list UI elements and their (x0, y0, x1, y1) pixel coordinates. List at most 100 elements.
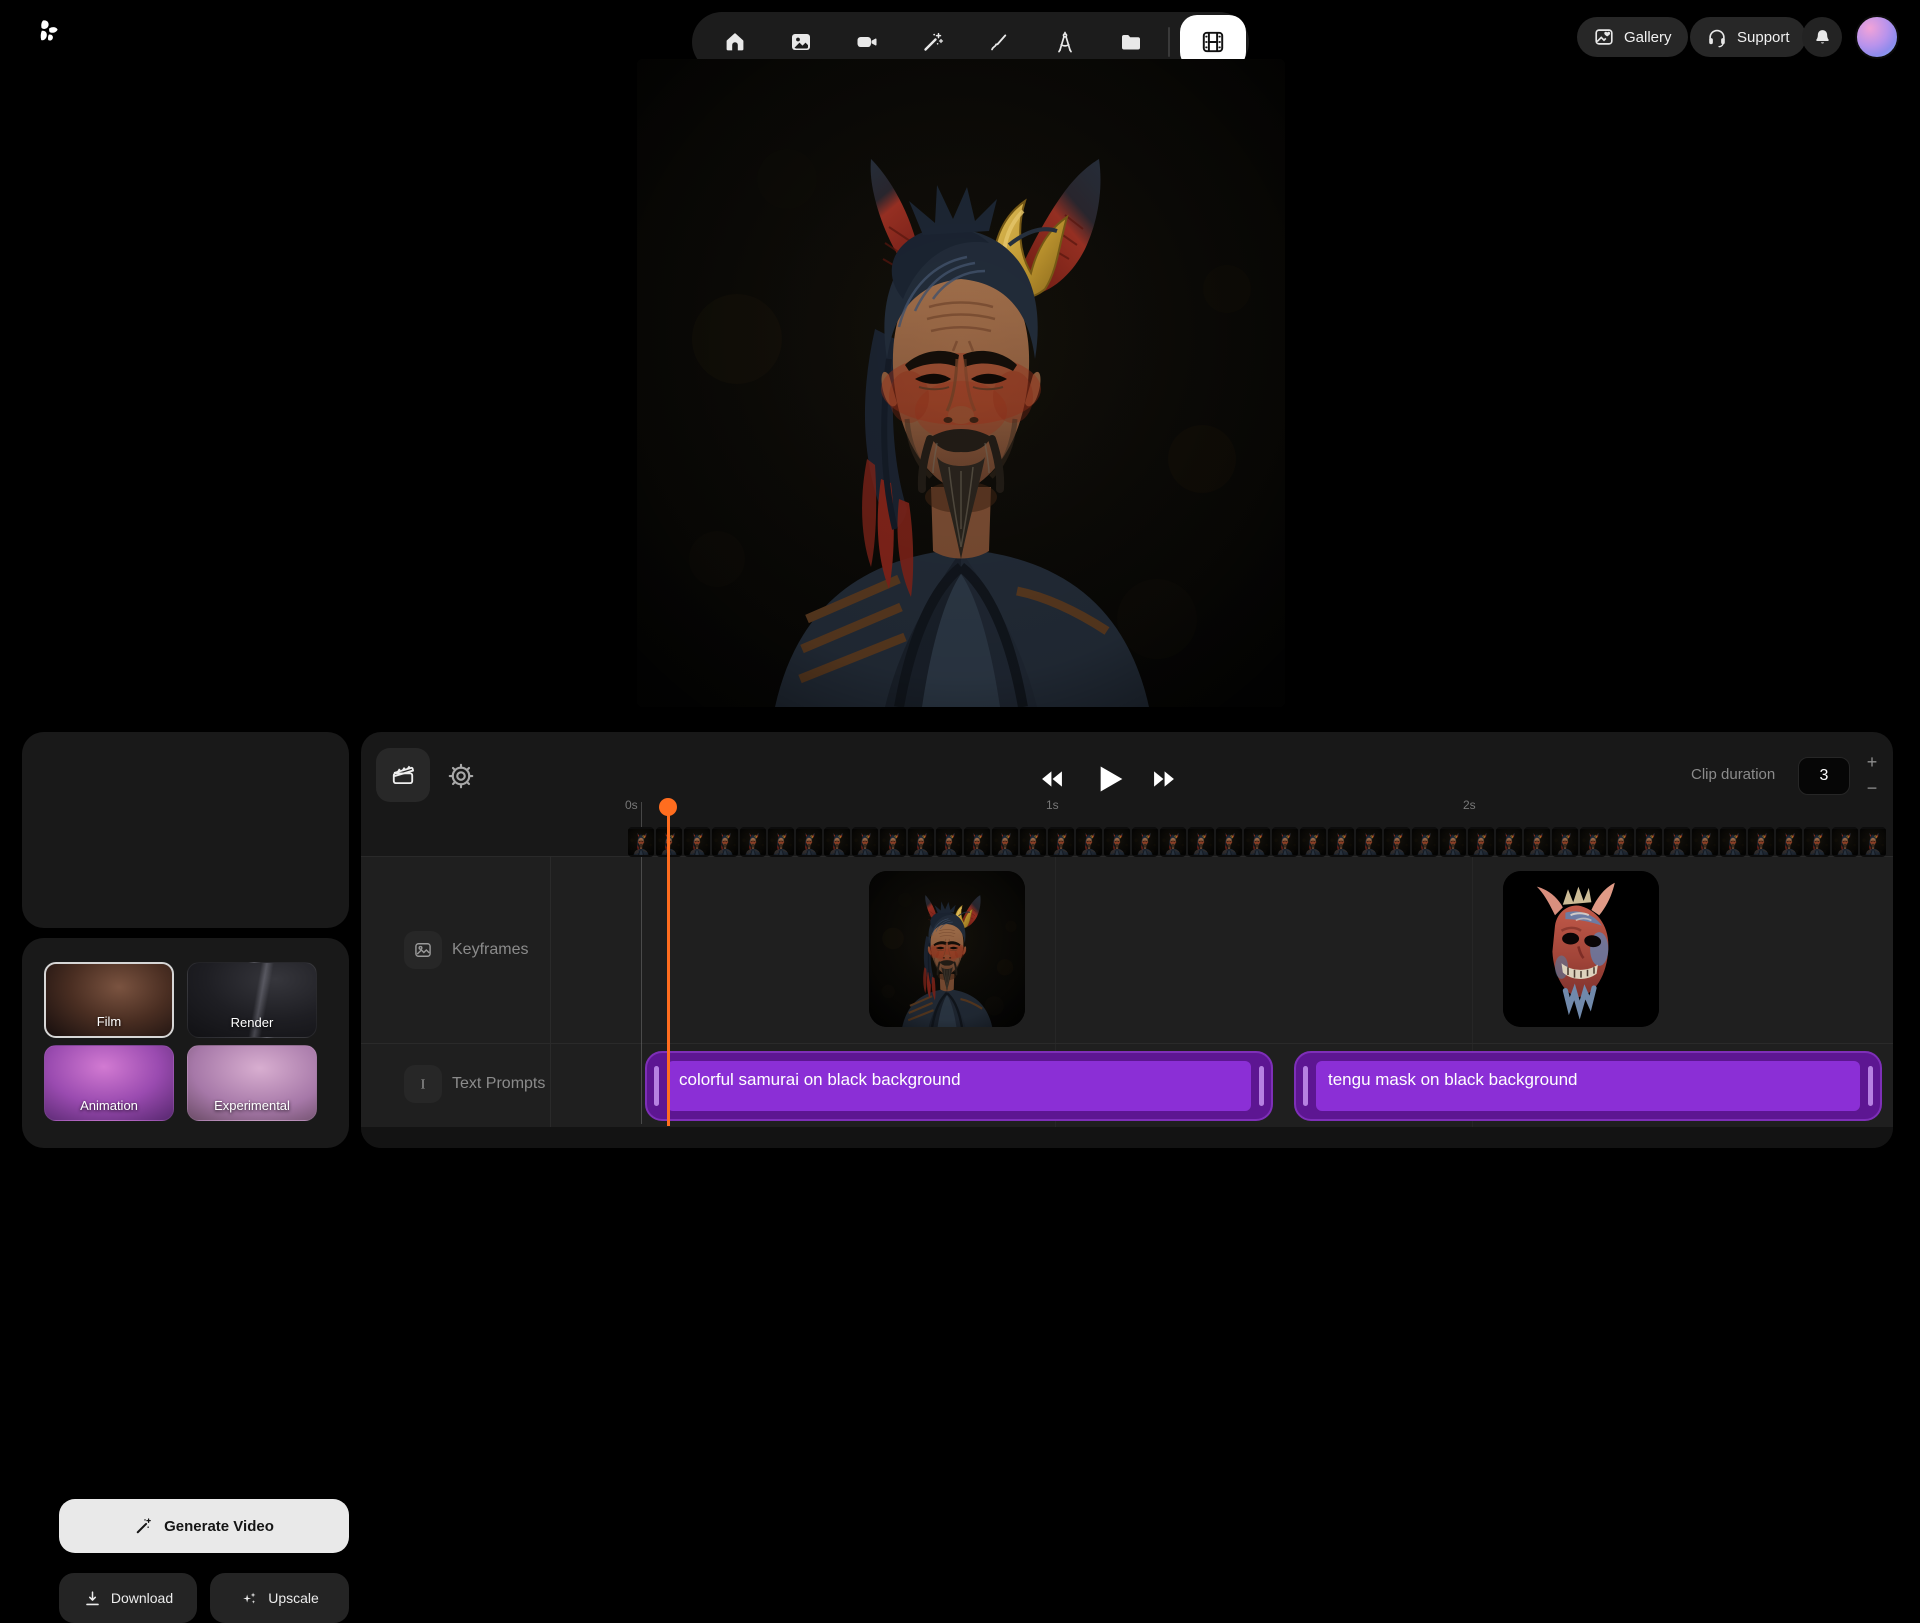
app-logo[interactable] (33, 16, 63, 46)
filmstrip-frame (1608, 827, 1634, 857)
filmstrip-frame (796, 827, 822, 857)
prompt-text-1: colorful samurai on black background (679, 1070, 961, 1090)
ruler-tick-0s: 0s (625, 798, 638, 812)
filmstrip-frame (1720, 827, 1746, 857)
timeline-settings-button[interactable] (445, 760, 477, 792)
keyframes-track-label: Keyframes (452, 941, 528, 959)
gallery-button[interactable]: Gallery (1577, 17, 1688, 57)
sparkles-icon (240, 1589, 259, 1608)
filmstrip-frame (908, 827, 934, 857)
gallery-icon (1593, 26, 1615, 48)
clip-right-handle[interactable] (1259, 1066, 1264, 1106)
magic-wand-icon (134, 1516, 154, 1536)
upscale-button[interactable]: Upscale (210, 1573, 349, 1623)
bell-icon (1812, 27, 1833, 48)
prompt-clip-body: colorful samurai on black background (667, 1061, 1251, 1111)
preset-tile-render[interactable]: Render (187, 962, 317, 1038)
prompt-clip-2[interactable]: tengu mask on black background (1294, 1051, 1882, 1121)
clip-left-handle[interactable] (1303, 1066, 1308, 1106)
filmstrip-frame (1692, 827, 1718, 857)
rewind-button[interactable] (1029, 757, 1075, 801)
filmstrip-frame (1300, 827, 1326, 857)
filmstrip-frame (852, 827, 878, 857)
notifications-button[interactable] (1802, 17, 1842, 57)
preset-label: Film (46, 1014, 172, 1029)
prompt-clip-1[interactable]: colorful samurai on black background (645, 1051, 1273, 1121)
clip-right-handle[interactable] (1868, 1066, 1873, 1106)
fast-forward-button[interactable] (1141, 757, 1187, 801)
ruler-tick-2s: 2s (1463, 798, 1476, 812)
preset-tile-film[interactable]: Film (44, 962, 174, 1038)
tengu-keyframe-art (1503, 871, 1659, 1027)
duration-decrement-button[interactable]: − (1859, 775, 1885, 801)
keyframe-thumbnail-samurai[interactable] (869, 871, 1025, 1027)
filmstrip-frame (628, 827, 654, 857)
filmstrip-frame (1524, 827, 1550, 857)
filmstrip-frame (1804, 827, 1830, 857)
filmstrip-frame (880, 827, 906, 857)
gallery-label: Gallery (1624, 29, 1672, 46)
filmstrip[interactable] (628, 827, 1886, 857)
filmstrip-frame (1552, 827, 1578, 857)
playhead-line (667, 806, 670, 1126)
support-button[interactable]: Support (1690, 17, 1806, 57)
preset-label: Experimental (188, 1098, 316, 1113)
play-icon (1089, 759, 1129, 799)
image-icon (413, 940, 433, 960)
rewind-icon (1038, 765, 1066, 793)
film-strip-icon (1200, 29, 1226, 55)
keyframe-thumbnail-tengu-mask[interactable] (1503, 871, 1659, 1027)
filmstrip-frame (1104, 827, 1130, 857)
gear-icon (446, 761, 476, 791)
filmstrip-frame (1496, 827, 1522, 857)
filmstrip-frame (824, 827, 850, 857)
filmstrip-frame (1748, 827, 1774, 857)
filmstrip-frame (1048, 827, 1074, 857)
filmstrip-frame (964, 827, 990, 857)
filmstrip-frame (1328, 827, 1354, 857)
pencil-icon (987, 30, 1011, 54)
support-label: Support (1737, 29, 1790, 46)
download-button[interactable]: Download (59, 1573, 197, 1623)
filmstrip-frame (1020, 827, 1046, 857)
samurai-preview-art (637, 59, 1285, 707)
filmstrip-frame (992, 827, 1018, 857)
filmstrip-frame (1188, 827, 1214, 857)
prompt-text-2: tengu mask on black background (1328, 1070, 1578, 1090)
filmstrip-frame (1440, 827, 1466, 857)
filmstrip-frame (1244, 827, 1270, 857)
preset-panel: Film Render Animation Experimental (22, 938, 349, 1148)
generate-video-label: Generate Video (164, 1518, 274, 1535)
filmstrip-frame (1076, 827, 1102, 857)
preset-tile-animation[interactable]: Animation (44, 1045, 174, 1121)
duration-increment-button[interactable]: + (1859, 749, 1885, 775)
filmstrip-frame (740, 827, 766, 857)
compass-icon (1053, 30, 1077, 54)
play-button[interactable] (1081, 751, 1137, 807)
filmstrip-frame (1664, 827, 1690, 857)
text-prompts-track-label: Text Prompts (452, 1075, 545, 1093)
preset-tile-experimental[interactable]: Experimental (187, 1045, 317, 1121)
user-avatar[interactable] (1855, 15, 1899, 59)
filmstrip-frame (684, 827, 710, 857)
scenes-button[interactable] (376, 748, 430, 802)
clip-duration-label: Clip duration (1691, 766, 1775, 783)
samurai-keyframe-art (869, 871, 1025, 1027)
filmstrip-frame (712, 827, 738, 857)
track-row-divider (361, 1043, 1893, 1044)
playhead-handle[interactable] (659, 798, 677, 816)
filmstrip-frame (1776, 827, 1802, 857)
clip-left-handle[interactable] (654, 1066, 659, 1106)
filmstrip-frame (1216, 827, 1242, 857)
filmstrip-frame (1412, 827, 1438, 857)
generate-video-button[interactable]: Generate Video (59, 1499, 349, 1553)
clip-duration-input[interactable] (1798, 757, 1850, 795)
toolbar-divider (1168, 27, 1170, 57)
filmstrip-frame (768, 827, 794, 857)
filmstrip-frame (1384, 827, 1410, 857)
ruler-tick-1s: 1s (1046, 798, 1059, 812)
download-label: Download (111, 1590, 173, 1606)
preset-label: Animation (45, 1098, 173, 1113)
filmstrip-frame (1580, 827, 1606, 857)
filmstrip-frame (1636, 827, 1662, 857)
